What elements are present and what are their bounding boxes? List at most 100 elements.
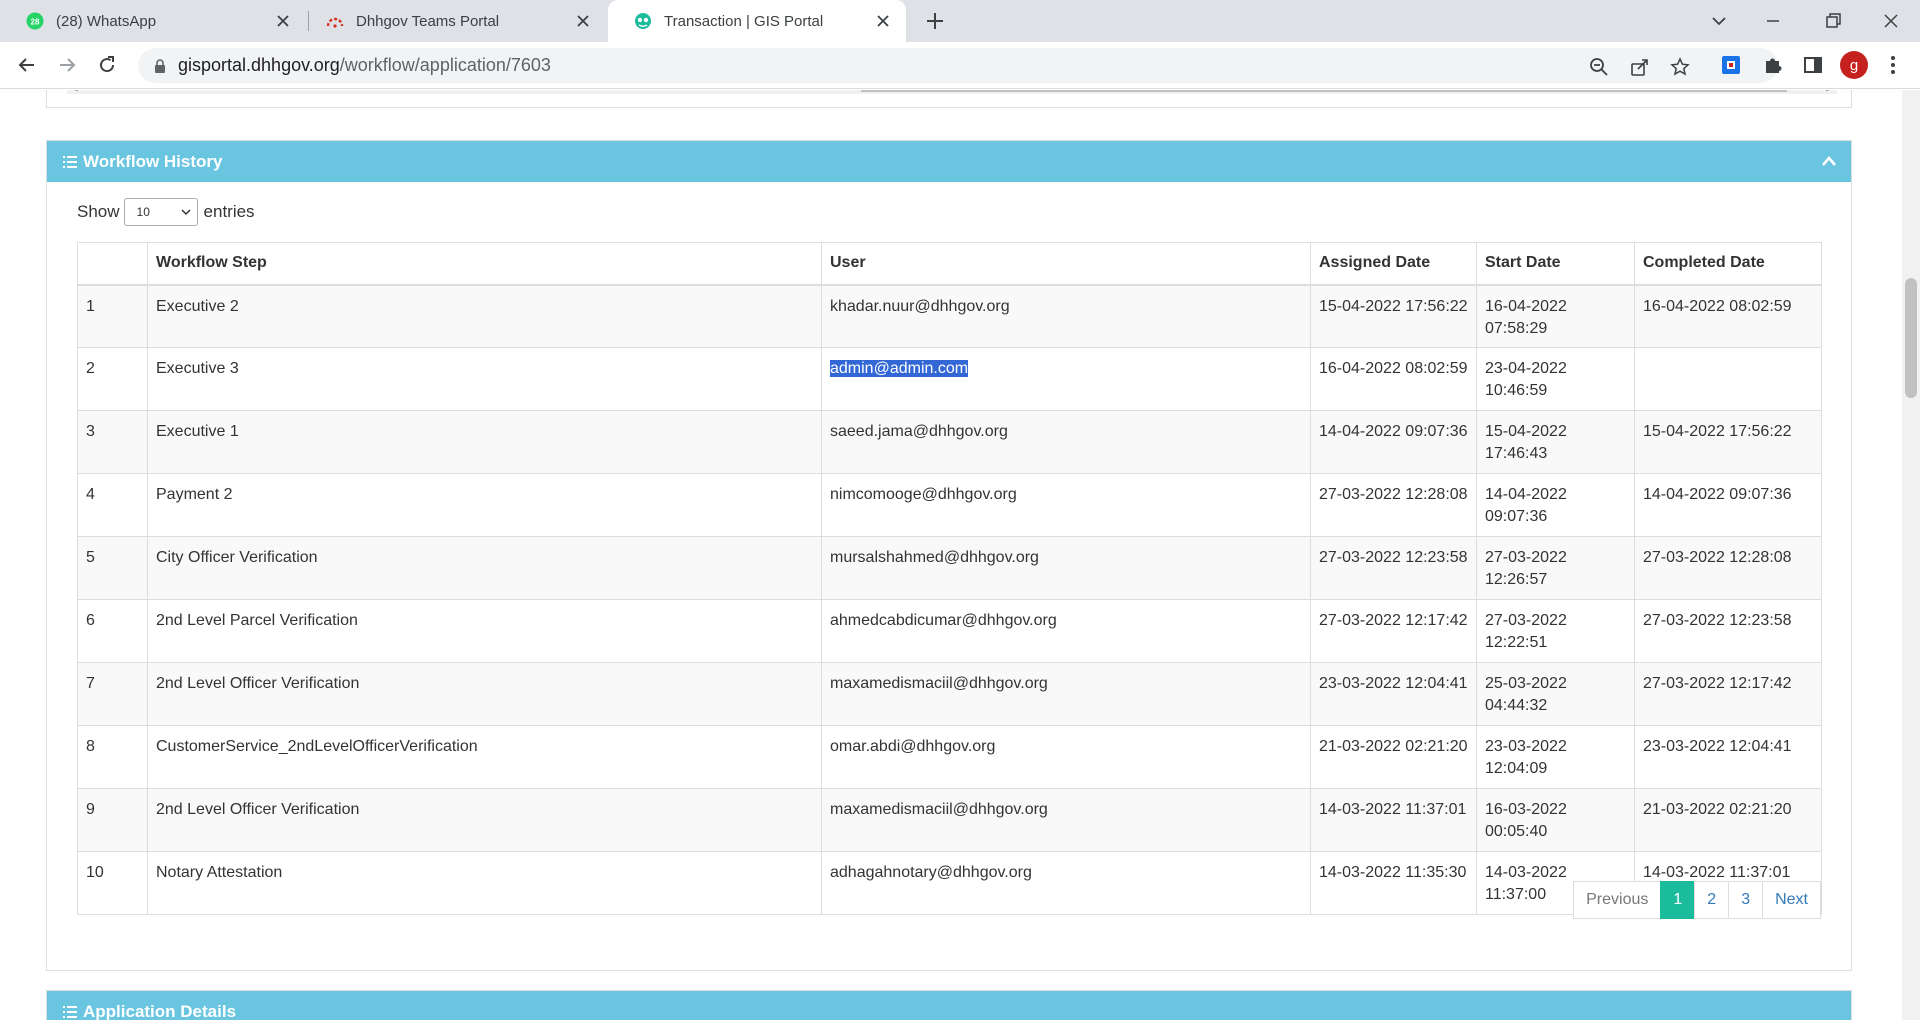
cell-index: 2 (77, 347, 148, 411)
new-tab-plus-icon[interactable] (922, 8, 948, 34)
next-page-button[interactable]: Next (1762, 881, 1821, 919)
column-header-start-date[interactable]: Start Date (1476, 242, 1635, 286)
url-host: gisportal.dhhgov.org (178, 55, 340, 75)
cell-workflow-step-text: Executive 1 (156, 423, 239, 440)
cell-completed-date: 16-04-2022 08:02:59 (1634, 284, 1822, 348)
cell-user: saeed.jama@dhhgov.org (821, 410, 1311, 474)
column-header-index[interactable] (77, 242, 148, 286)
cell-user-text: adhagahnotary@dhhgov.org (830, 864, 1032, 881)
workflow-history-body: Show 10 entries Workflow Step User Assig… (47, 182, 1851, 935)
cell-start-date: 15-04-2022 17:46:43 (1476, 410, 1635, 474)
cell-assigned-date-text: 23-03-2022 12:04:41 (1319, 675, 1468, 692)
more-menu-icon[interactable] (1880, 52, 1906, 78)
reload-icon[interactable] (94, 52, 120, 78)
lock-icon[interactable] (152, 58, 168, 74)
tab-title: Transaction | GIS Portal (664, 12, 824, 30)
page-1-button[interactable]: 1 (1660, 881, 1696, 919)
cell-completed-date: 15-04-2022 17:56:22 (1634, 410, 1822, 474)
cell-start-date: 23-04-2022 10:46:59 (1476, 347, 1635, 411)
cell-completed-date-text: 14-04-2022 09:07:36 (1643, 486, 1792, 503)
workflow-history-heading[interactable]: Workflow History (47, 141, 1851, 182)
cell-user: adhagahnotary@dhhgov.org (821, 851, 1311, 915)
tab-gis-portal[interactable]: Transaction | GIS Portal (608, 0, 906, 42)
cell-assigned-date: 27-03-2022 12:17:42 (1310, 599, 1477, 663)
tab-whatsapp[interactable]: 28 (28) WhatsApp (0, 0, 306, 42)
close-icon[interactable] (874, 12, 892, 30)
table-row: 9 2nd Level Officer Verification maxamedis… (77, 788, 1822, 852)
cell-assigned-date: 14-03-2022 11:37:01 (1310, 788, 1477, 852)
zoom-icon[interactable] (1588, 56, 1610, 78)
page-size-select[interactable]: 10 (123, 198, 198, 226)
cell-index-text: 9 (86, 801, 95, 818)
profile-avatar[interactable]: g (1840, 51, 1868, 79)
vertical-scroll-thumb[interactable] (1905, 278, 1917, 398)
bookmark-star-icon[interactable] (1669, 56, 1691, 78)
share-icon[interactable] (1629, 56, 1651, 78)
column-header-user[interactable]: User (821, 242, 1311, 286)
cell-index-text: 1 (86, 297, 95, 315)
close-icon[interactable] (274, 12, 292, 30)
column-header-completed-date[interactable]: Completed Date (1634, 242, 1822, 286)
cell-assigned-date: 15-04-2022 17:56:22 (1310, 284, 1477, 348)
cell-completed-date-text: 15-04-2022 17:56:22 (1643, 423, 1792, 440)
cell-assigned-date-text: 15-04-2022 17:56:22 (1319, 297, 1468, 315)
cell-start-date: 25-03-2022 04:44:32 (1476, 662, 1635, 726)
cell-assigned-date: 27-03-2022 12:28:08 (1310, 473, 1477, 537)
close-icon[interactable] (574, 12, 592, 30)
cell-start-date-text: 23-03-2022 12:04:09 (1485, 738, 1567, 777)
forward-arrow-icon[interactable] (54, 52, 80, 78)
cell-user-text: khadar.nuur@dhhgov.org (830, 297, 1010, 315)
cell-completed-date: 23-03-2022 12:04:41 (1634, 725, 1822, 789)
table-row: 6 2nd Level Parcel Verification ahmedcabdi… (77, 599, 1822, 663)
cell-workflow-step: Executive 2 (147, 284, 822, 348)
list-icon (63, 1005, 77, 1018)
cell-assigned-date: 27-03-2022 12:23:58 (1310, 536, 1477, 600)
page-3-button[interactable]: 3 (1728, 881, 1764, 919)
cell-workflow-step-text: Notary Attestation (156, 864, 283, 881)
cell-user: mursalshahmed@dhhgov.org (821, 536, 1311, 600)
cell-completed-date-text: 23-03-2022 12:04:41 (1643, 738, 1792, 755)
extensions-puzzle-icon[interactable] (1760, 52, 1786, 78)
vertical-scrollbar[interactable] (1902, 90, 1920, 1020)
minimize-icon[interactable] (1760, 8, 1786, 34)
cell-workflow-step-text: 2nd Level Officer Verification (156, 801, 360, 818)
cell-workflow-step: 2nd Level Parcel Verification (147, 599, 822, 663)
cell-user: ahmedcabdicumar@dhhgov.org (821, 599, 1311, 663)
scroll-left-arrow-icon[interactable]: ◀ (69, 90, 79, 92)
scroll-right-arrow-icon[interactable]: ▶ (1825, 90, 1835, 92)
cell-assigned-date-text: 14-04-2022 09:07:36 (1319, 423, 1468, 440)
whatsapp-badge: 28 (31, 18, 40, 27)
previous-page-button[interactable]: Previous (1573, 881, 1662, 919)
cell-workflow-step-text: CustomerService_2ndLevelOfficerVerificat… (156, 738, 478, 755)
workflow-history-table: Workflow Step User Assigned Date Start D… (77, 242, 1822, 915)
show-label: Show (77, 202, 120, 221)
address-bar[interactable]: gisportal.dhhgov.org/workflow/applicatio… (138, 48, 1778, 83)
column-header-workflow-step[interactable]: Workflow Step (147, 242, 822, 286)
cell-user-text: mursalshahmed@dhhgov.org (830, 549, 1039, 566)
cell-user-text: omar.abdi@dhhgov.org (830, 738, 996, 755)
table-row: 8 CustomerService_2ndLevelOfficerVerifica… (77, 725, 1822, 789)
table-header-row: Workflow Step User Assigned Date Start D… (77, 242, 1822, 286)
cell-assigned-date-text: 14-03-2022 11:35:30 (1319, 864, 1467, 881)
column-header-assigned-date[interactable]: Assigned Date (1310, 242, 1477, 286)
window-close-icon[interactable] (1878, 8, 1904, 34)
side-panel-icon[interactable] (1800, 52, 1826, 78)
restore-icon[interactable] (1820, 8, 1846, 34)
tab-dhhgov-teams[interactable]: Dhhgov Teams Portal (300, 0, 606, 42)
cell-user-text: admin@admin.com (830, 360, 969, 377)
cell-assigned-date: 23-03-2022 12:04:41 (1310, 662, 1477, 726)
previous-card-bottom: ◀ ▶ (46, 90, 1852, 108)
cell-start-date-text: 16-04-2022 07:58:29 (1485, 297, 1567, 337)
cell-workflow-step: City Officer Verification (147, 536, 822, 600)
cell-workflow-step: CustomerService_2ndLevelOfficerVerificat… (147, 725, 822, 789)
extension-shield-icon[interactable] (1718, 52, 1744, 78)
table-row: 10 Notary Attestation adhagahnotary@dhhgov… (77, 851, 1822, 915)
page-2-button[interactable]: 2 (1694, 881, 1730, 919)
tab-search-chevron-icon[interactable] (1706, 8, 1732, 34)
cell-workflow-step-text: 2nd Level Officer Verification (156, 675, 360, 692)
horizontal-scrollbar[interactable]: ◀ ▶ (67, 90, 1837, 94)
chevron-up-icon[interactable] (1821, 154, 1837, 168)
application-details-heading[interactable]: Application Details (47, 991, 1851, 1020)
back-arrow-icon[interactable] (14, 52, 40, 78)
horizontal-scroll-thumb[interactable] (861, 90, 1787, 92)
